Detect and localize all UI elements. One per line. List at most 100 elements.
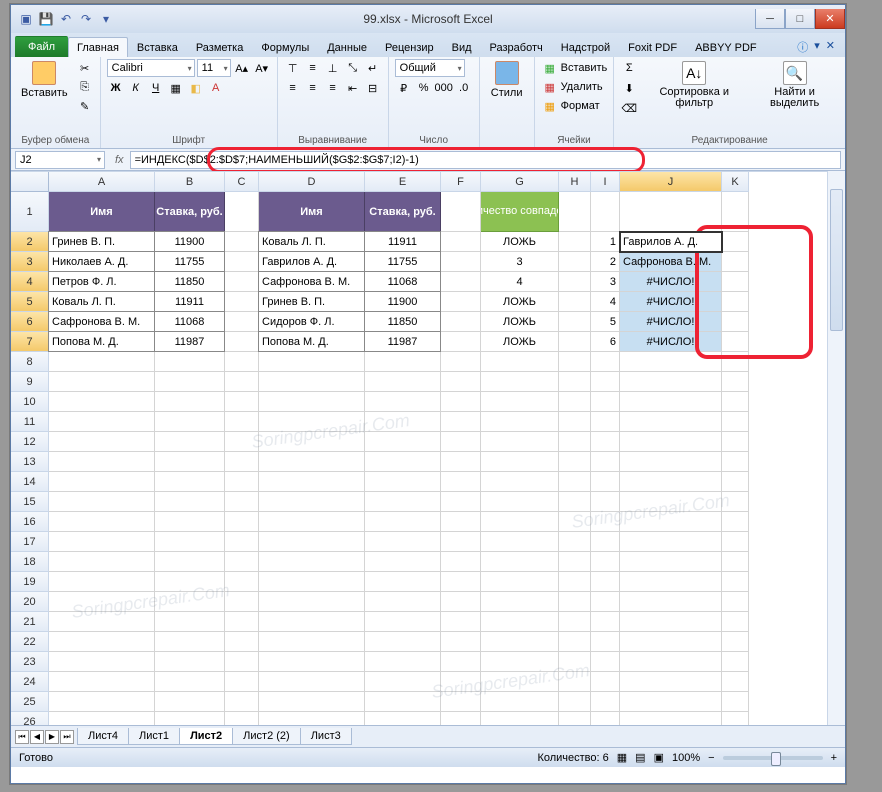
cell-F9[interactable] bbox=[441, 372, 481, 392]
cell-H24[interactable] bbox=[559, 672, 591, 692]
row-header-6[interactable]: 6 bbox=[11, 312, 49, 332]
cell-I15[interactable] bbox=[591, 492, 620, 512]
row-header-15[interactable]: 15 bbox=[11, 492, 49, 512]
tab-abbyy[interactable]: ABBYY PDF bbox=[686, 37, 766, 57]
cell-I8[interactable] bbox=[591, 352, 620, 372]
cell-F10[interactable] bbox=[441, 392, 481, 412]
cell-B12[interactable] bbox=[155, 432, 225, 452]
cell-I14[interactable] bbox=[591, 472, 620, 492]
grid-area[interactable]: ABCDEFGHIJK1ИмяСтавка, руб.ИмяСтавка, ру… bbox=[11, 171, 845, 725]
sort-filter-button[interactable]: A↓ Сортировка и фильтр bbox=[642, 59, 746, 111]
row-header-12[interactable]: 12 bbox=[11, 432, 49, 452]
cell-H21[interactable] bbox=[559, 612, 591, 632]
row-header-3[interactable]: 3 bbox=[11, 252, 49, 272]
cell-J13[interactable] bbox=[620, 452, 722, 472]
cell-C8[interactable] bbox=[225, 352, 259, 372]
cell-C10[interactable] bbox=[225, 392, 259, 412]
cell-E9[interactable] bbox=[365, 372, 441, 392]
cell-D4[interactable]: Сафронова В. М. bbox=[258, 271, 365, 292]
cell-B3[interactable]: 11755 bbox=[154, 251, 225, 272]
cell-F20[interactable] bbox=[441, 592, 481, 612]
cell-D7[interactable]: Попова М. Д. bbox=[258, 331, 365, 352]
zoom-slider[interactable] bbox=[723, 756, 823, 760]
percent-icon[interactable]: % bbox=[415, 79, 433, 97]
cell-I19[interactable] bbox=[591, 572, 620, 592]
delete-cells-button[interactable]: ▦Удалить bbox=[541, 78, 603, 96]
close-button[interactable]: ✕ bbox=[815, 9, 845, 29]
cell-A13[interactable] bbox=[49, 452, 155, 472]
cell-E12[interactable] bbox=[365, 432, 441, 452]
cell-G24[interactable] bbox=[481, 672, 559, 692]
cell-I21[interactable] bbox=[591, 612, 620, 632]
cell-J1[interactable] bbox=[620, 192, 722, 232]
cell-K17[interactable] bbox=[722, 532, 749, 552]
cell-K13[interactable] bbox=[722, 452, 749, 472]
font-size-combo[interactable]: 11 bbox=[197, 59, 231, 77]
cell-J24[interactable] bbox=[620, 672, 722, 692]
tab-insert[interactable]: Вставка bbox=[128, 37, 187, 57]
cell-K8[interactable] bbox=[722, 352, 749, 372]
cell-E3[interactable]: 11755 bbox=[364, 251, 441, 272]
cell-A4[interactable]: Петров Ф. Л. bbox=[48, 271, 155, 292]
cell-I12[interactable] bbox=[591, 432, 620, 452]
tab-formulas[interactable]: Формулы bbox=[252, 37, 318, 57]
cell-F7[interactable] bbox=[441, 332, 481, 352]
cell-G15[interactable] bbox=[481, 492, 559, 512]
col-header-H[interactable]: H bbox=[559, 172, 591, 192]
cell-D22[interactable] bbox=[259, 632, 365, 652]
cell-A15[interactable] bbox=[49, 492, 155, 512]
cell-I6[interactable]: 5 bbox=[591, 312, 620, 332]
row-header-8[interactable]: 8 bbox=[11, 352, 49, 372]
cell-A5[interactable]: Коваль Л. П. bbox=[48, 291, 155, 312]
cell-D12[interactable] bbox=[259, 432, 365, 452]
cell-F12[interactable] bbox=[441, 432, 481, 452]
row-header-10[interactable]: 10 bbox=[11, 392, 49, 412]
row-header-13[interactable]: 13 bbox=[11, 452, 49, 472]
cell-H19[interactable] bbox=[559, 572, 591, 592]
cell-E11[interactable] bbox=[365, 412, 441, 432]
cell-G7[interactable]: ЛОЖЬ bbox=[481, 332, 559, 352]
col-header-D[interactable]: D bbox=[259, 172, 365, 192]
cell-A25[interactable] bbox=[49, 692, 155, 712]
sheet-tab-Лист2 (2)[interactable]: Лист2 (2) bbox=[232, 728, 301, 745]
cell-D9[interactable] bbox=[259, 372, 365, 392]
row-header-7[interactable]: 7 bbox=[11, 332, 49, 352]
shrink-font-icon[interactable]: A▾ bbox=[253, 59, 271, 77]
cell-D17[interactable] bbox=[259, 532, 365, 552]
col-header-A[interactable]: A bbox=[49, 172, 155, 192]
row-header-4[interactable]: 4 bbox=[11, 272, 49, 292]
cell-K9[interactable] bbox=[722, 372, 749, 392]
cell-B21[interactable] bbox=[155, 612, 225, 632]
cell-G5[interactable]: ЛОЖЬ bbox=[481, 292, 559, 312]
cell-A10[interactable] bbox=[49, 392, 155, 412]
cell-K24[interactable] bbox=[722, 672, 749, 692]
cell-K14[interactable] bbox=[722, 472, 749, 492]
cell-G23[interactable] bbox=[481, 652, 559, 672]
copy-icon[interactable]: ⎘ bbox=[76, 78, 94, 96]
cell-G6[interactable]: ЛОЖЬ bbox=[481, 312, 559, 332]
cell-C3[interactable] bbox=[225, 252, 259, 272]
cell-E19[interactable] bbox=[365, 572, 441, 592]
cell-E7[interactable]: 11987 bbox=[364, 331, 441, 352]
cell-B17[interactable] bbox=[155, 532, 225, 552]
cell-D6[interactable]: Сидоров Ф. Л. bbox=[258, 311, 365, 332]
cell-B7[interactable]: 11987 bbox=[154, 331, 225, 352]
cell-K10[interactable] bbox=[722, 392, 749, 412]
cell-H13[interactable] bbox=[559, 452, 591, 472]
align-middle-icon[interactable]: ≡ bbox=[304, 59, 322, 77]
cell-H25[interactable] bbox=[559, 692, 591, 712]
cell-D25[interactable] bbox=[259, 692, 365, 712]
cell-J18[interactable] bbox=[620, 552, 722, 572]
align-right-icon[interactable]: ≡ bbox=[324, 79, 342, 97]
cell-I13[interactable] bbox=[591, 452, 620, 472]
cell-G22[interactable] bbox=[481, 632, 559, 652]
cell-E23[interactable] bbox=[365, 652, 441, 672]
cell-I17[interactable] bbox=[591, 532, 620, 552]
cell-E4[interactable]: 11068 bbox=[364, 271, 441, 292]
cell-A20[interactable] bbox=[49, 592, 155, 612]
cell-H18[interactable] bbox=[559, 552, 591, 572]
cell-H23[interactable] bbox=[559, 652, 591, 672]
cell-F23[interactable] bbox=[441, 652, 481, 672]
row-header-19[interactable]: 19 bbox=[11, 572, 49, 592]
cell-K11[interactable] bbox=[722, 412, 749, 432]
